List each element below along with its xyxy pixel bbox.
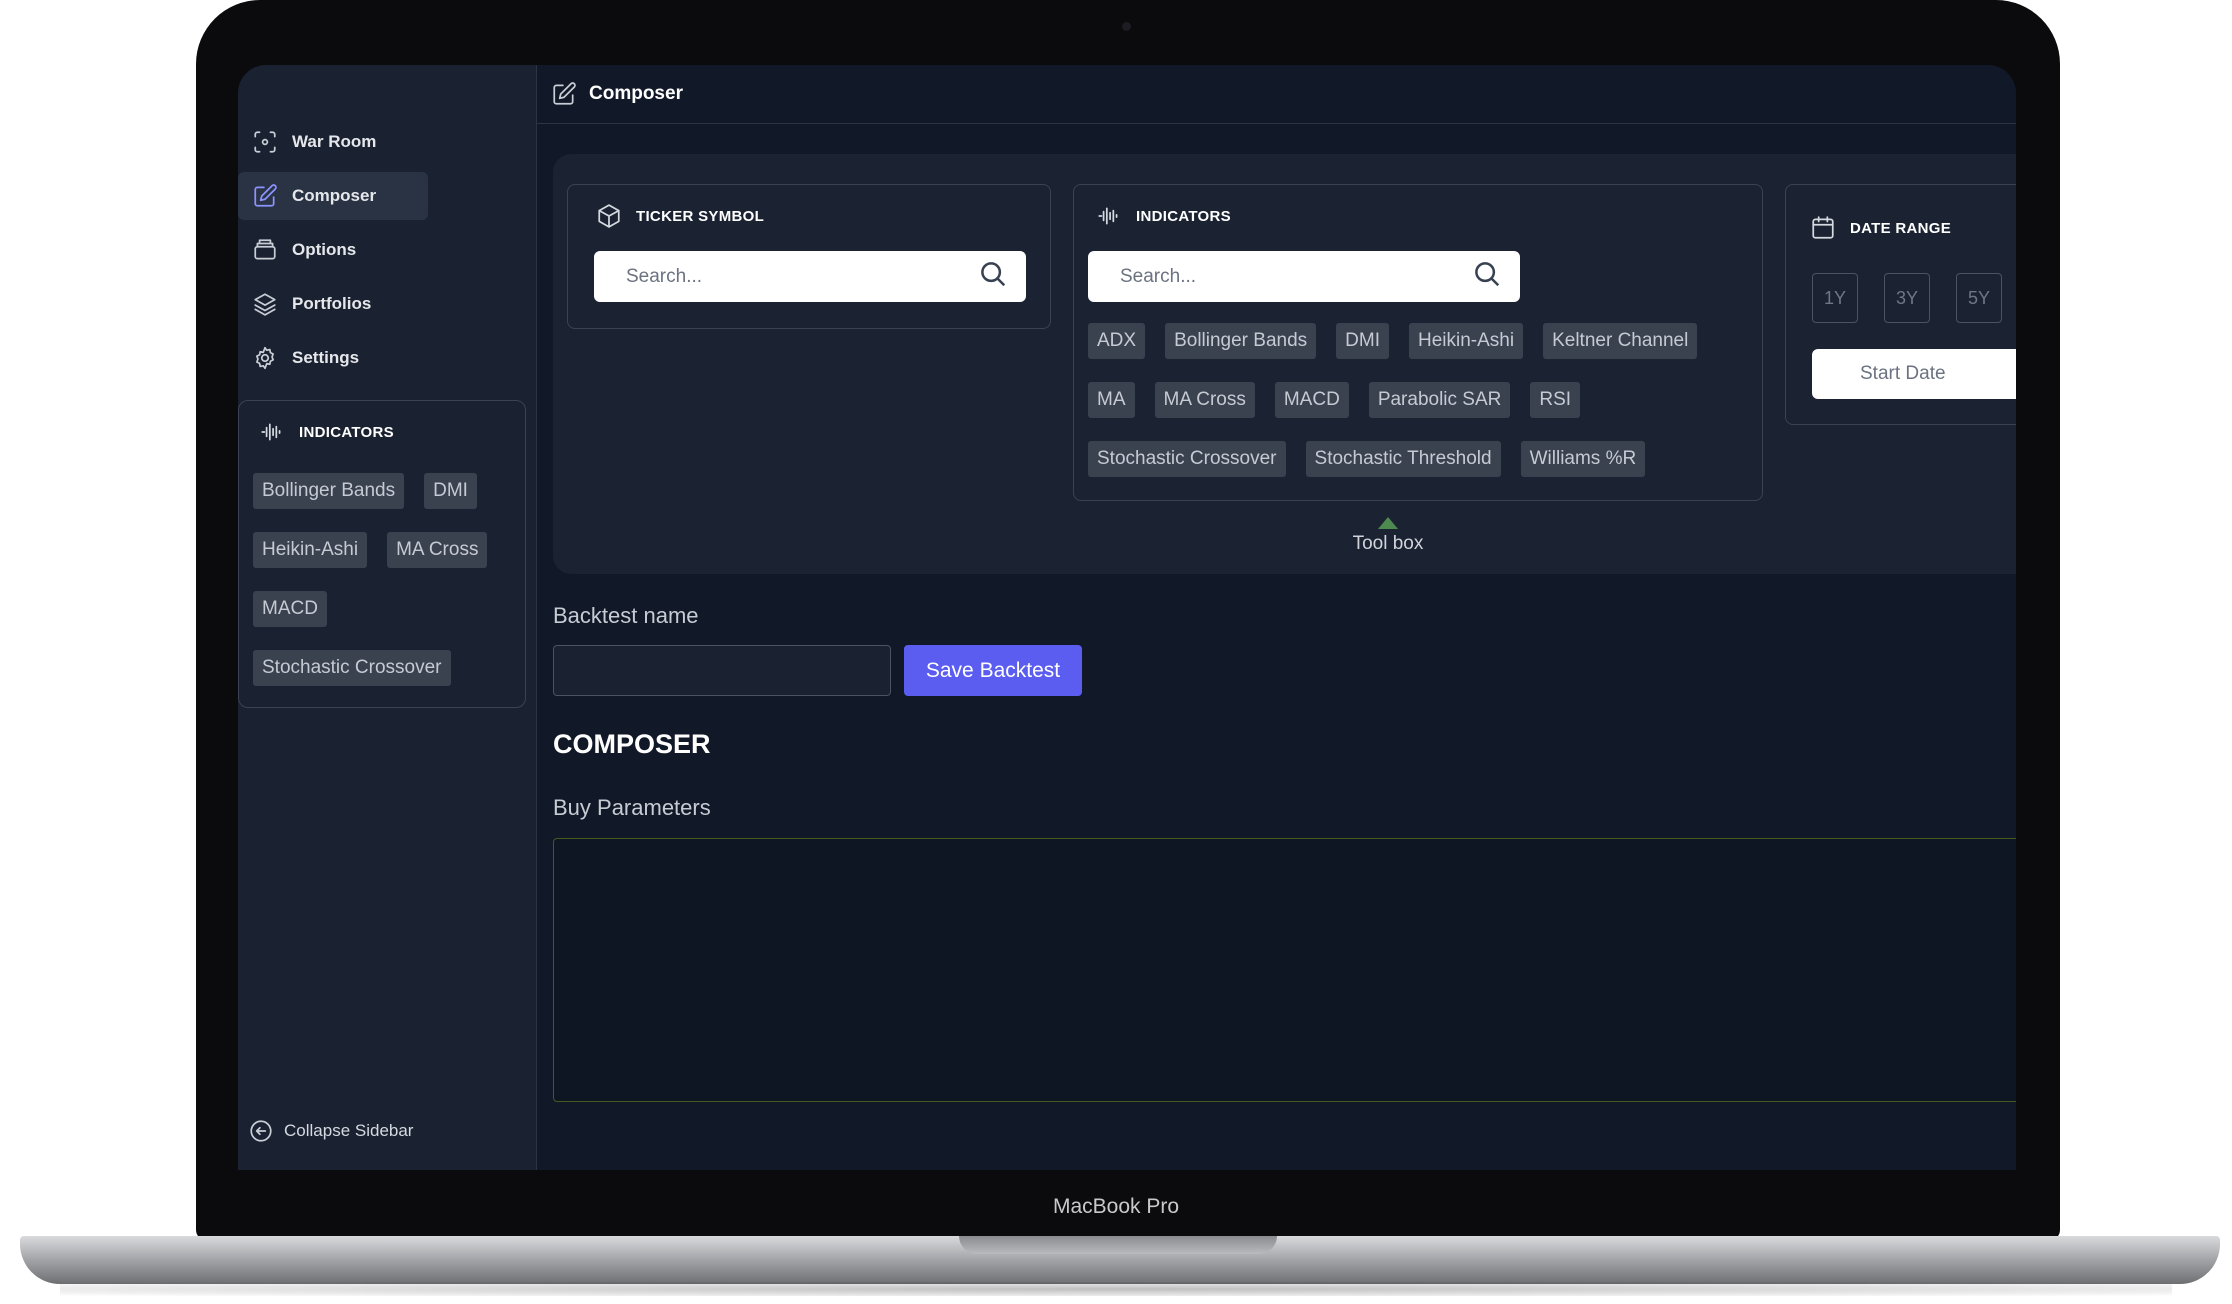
indicator-chip[interactable]: Stochastic Crossover: [1088, 441, 1286, 477]
indicators-search-field[interactable]: [1088, 251, 1520, 302]
indicator-chip[interactable]: Heikin-Ashi: [1409, 323, 1524, 359]
indicator-chip[interactable]: DMI: [1336, 323, 1389, 359]
waveform-icon: [259, 419, 285, 445]
indicators-heading: INDICATORS: [1096, 203, 1231, 229]
indicator-chip[interactable]: MACD: [253, 591, 327, 627]
indicator-chip[interactable]: Williams %R: [1520, 441, 1646, 477]
backtest-name-input[interactable]: [553, 645, 891, 696]
sidebar-item-war-room[interactable]: War Room: [238, 118, 537, 166]
sidebar: War Room Composer Options Portfolios Set…: [238, 65, 537, 1170]
toolbox-toggle-label: Tool box: [1352, 533, 1424, 554]
pencil-square-icon: [252, 183, 278, 209]
page-title: Composer: [589, 83, 683, 104]
sidebar-indicators-heading: INDICATORS: [259, 419, 394, 445]
indicator-chip[interactable]: MA: [1088, 382, 1135, 418]
ticker-search-field[interactable]: [594, 251, 1026, 302]
indicator-chip[interactable]: Stochastic Threshold: [1305, 441, 1501, 477]
date-range-presets: 1Y 3Y 5Y: [1812, 273, 2002, 323]
panel-title: INDICATORS: [299, 423, 394, 441]
indicator-chip[interactable]: MA Cross: [387, 532, 488, 568]
search-icon[interactable]: [978, 259, 1008, 294]
ticker-search-input[interactable]: [626, 265, 932, 288]
indicator-chip[interactable]: Stochastic Crossover: [253, 650, 451, 686]
sidebar-item-options[interactable]: Options: [238, 226, 537, 274]
sidebar-item-label: Composer: [292, 186, 377, 205]
waveform-icon: [1096, 203, 1122, 229]
stack-tray-icon: [252, 237, 278, 263]
date-range-heading: DATE RANGE: [1810, 215, 1951, 241]
indicator-chip[interactable]: MA Cross: [1154, 382, 1255, 418]
range-3y-button[interactable]: 3Y: [1884, 273, 1930, 323]
backtest-name-label: Backtest name: [553, 603, 699, 628]
sidebar-indicator-chips: Bollinger Bands DMI Heikin-Ashi MA Cross…: [253, 473, 521, 686]
indicator-chip[interactable]: Heikin-Ashi: [253, 532, 368, 568]
buy-parameters-dropzone[interactable]: [553, 838, 2016, 1102]
layers-icon: [252, 291, 278, 317]
indicator-chip[interactable]: RSI: [1530, 382, 1581, 418]
collapse-sidebar-button[interactable]: Collapse Sidebar: [248, 1118, 413, 1144]
indicator-chip[interactable]: Parabolic SAR: [1368, 382, 1511, 418]
camera-icon: [1122, 22, 1131, 31]
start-date-placeholder: Start Date: [1860, 363, 1946, 384]
collapse-sidebar-label: Collapse Sidebar: [284, 1121, 414, 1140]
main-content: Composer TICKER SYMBOL Search... INDICAT…: [537, 65, 2016, 1170]
indicators-search-input[interactable]: [1120, 265, 1426, 288]
calendar-icon: [1810, 215, 1836, 241]
indicator-chip[interactable]: ADX: [1088, 323, 1146, 359]
cube-icon: [596, 203, 622, 229]
buy-parameters-label: Buy Parameters: [553, 795, 711, 820]
sidebar-indicators-panel: INDICATORS Bollinger Bands DMI Heikin-As…: [238, 400, 526, 708]
range-5y-button[interactable]: 5Y: [1956, 273, 2002, 323]
card-title: DATE RANGE: [1850, 219, 1952, 237]
sidebar-item-label: Options: [292, 240, 357, 259]
sidebar-item-settings[interactable]: Settings: [238, 334, 537, 382]
sidebar-item-label: War Room: [292, 132, 377, 151]
card-title: TICKER SYMBOL: [636, 207, 765, 225]
indicator-chip[interactable]: Keltner Channel: [1543, 323, 1698, 359]
ticker-symbol-heading: TICKER SYMBOL: [596, 203, 764, 229]
sidebar-item-portfolios[interactable]: Portfolios: [238, 280, 537, 328]
date-range-card: DATE RANGE 1Y 3Y 5Y Start Date →: [1785, 184, 2016, 425]
laptop-shadow: [60, 1282, 2172, 1296]
page-header: Composer: [537, 65, 2016, 124]
toolbox-toggle[interactable]: Tool box: [1323, 517, 1453, 555]
pencil-square-icon: [551, 81, 577, 107]
focus-dashed-icon: [252, 129, 278, 155]
gear-icon: [252, 345, 278, 371]
sidebar-item-label: Portfolios: [292, 294, 372, 313]
sidebar-nav: War Room Composer Options Portfolios Set…: [238, 118, 537, 388]
indicator-chip[interactable]: Bollinger Bands: [253, 473, 405, 509]
toolbox-panel: TICKER SYMBOL INDICATORS: [553, 154, 2016, 574]
card-title: INDICATORS: [1136, 207, 1231, 225]
indicator-chip[interactable]: Bollinger Bands: [1165, 323, 1317, 359]
start-date-input[interactable]: Start Date →: [1812, 349, 2016, 399]
indicators-card: INDICATORS ADX Bollinger Bands DMI Heiki…: [1073, 184, 1763, 501]
laptop-notch: [959, 1236, 1277, 1254]
app-screen: War Room Composer Options Portfolios Set…: [238, 65, 2016, 1170]
triangle-up-icon: [1378, 517, 1398, 529]
indicator-chip[interactable]: MACD: [1274, 382, 1349, 418]
arrow-left-circle-icon: [248, 1118, 274, 1144]
search-icon[interactable]: [1472, 259, 1502, 294]
ticker-symbol-card: TICKER SYMBOL: [567, 184, 1051, 329]
sidebar-item-composer[interactable]: Composer: [238, 172, 428, 220]
composer-heading: COMPOSER: [553, 729, 711, 759]
indicator-chip-list: ADX Bollinger Bands DMI Heikin-Ashi Kelt…: [1088, 323, 1758, 477]
indicator-chip[interactable]: DMI: [424, 473, 477, 509]
range-1y-button[interactable]: 1Y: [1812, 273, 1858, 323]
save-backtest-button[interactable]: Save Backtest: [904, 645, 1082, 696]
sidebar-item-label: Settings: [292, 348, 360, 367]
device-label: MacBook Pro: [1052, 1195, 1180, 1218]
